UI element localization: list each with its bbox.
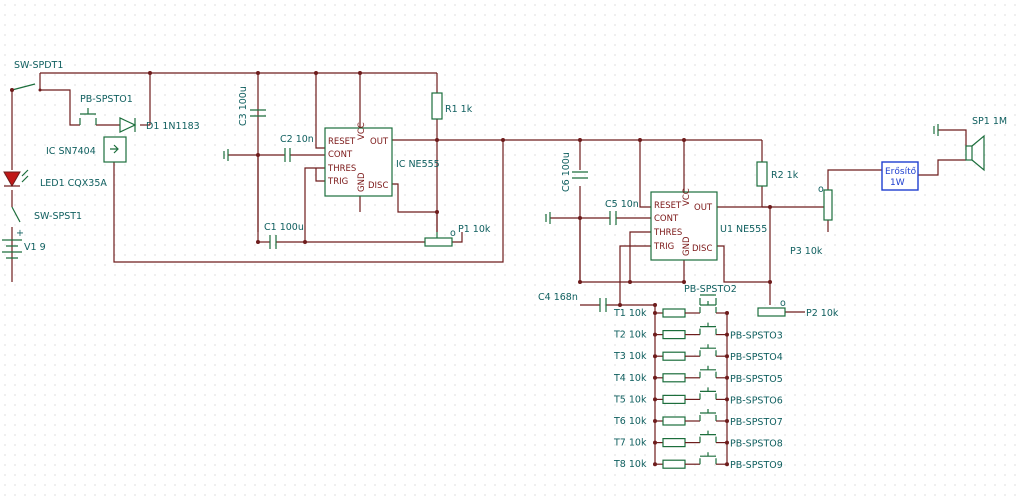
p1-marker: o [450, 228, 456, 239]
key-resistor [662, 459, 686, 469]
v1-label: V1 9 [24, 242, 46, 253]
sw-spdt1-label: SW-SPDT1 [14, 60, 63, 71]
key-resistor [662, 438, 686, 448]
key-resistor [662, 351, 686, 361]
led1-label: LED1 CQX35A [40, 178, 107, 189]
key-resistor-label: T8 10k [613, 459, 647, 470]
key-button-label: PB-SPSTO4 [730, 352, 783, 363]
key-button-label: PB-SPSTO9 [730, 460, 783, 471]
key-resistor [662, 330, 686, 340]
c2-label: C2 10n [280, 134, 314, 145]
c3-label: C3 100u [238, 86, 249, 126]
key-resistor [662, 373, 686, 383]
schematic-canvas: T1 10k T2 10k PB-SPSTO3 T3 10k PB-SPSTO4 T4 1… [0, 0, 1024, 496]
ic1-thres-pin: THRES [327, 164, 356, 174]
p3-marker: o [818, 184, 824, 195]
key-resistor-label: T1 10k [613, 308, 647, 319]
c1-label: C1 100u [264, 222, 304, 233]
u1-gnd-pin: GND [682, 236, 692, 256]
sp1-label: SP1 1M [972, 116, 1007, 127]
grid-background [0, 0, 1024, 496]
key-resistor-label: T7 10k [613, 438, 647, 449]
d1-label: D1 1N1183 [146, 121, 200, 132]
p3-label: P3 10k [790, 246, 823, 257]
key-resistor-label: T2 10k [613, 330, 647, 341]
ic-ne555-label: IC NE555 [396, 159, 440, 170]
key-resistor-label: T4 10k [613, 373, 647, 384]
battery-plus-label: + [16, 228, 24, 239]
key-resistor-label: T3 10k [613, 351, 647, 362]
ic1-cont-pin: CONT [328, 150, 353, 160]
ic1-gnd-pin: GND [357, 172, 367, 192]
amplifier-label: Erősítő [885, 167, 917, 177]
u1-cont-pin: CONT [654, 214, 679, 224]
key-button-label: PB-SPSTO8 [730, 439, 783, 450]
u1-trig-pin: TRIG [653, 242, 674, 252]
ic1-out-pin: OUT [370, 137, 389, 147]
ic1-disc-pin: DISC [368, 181, 388, 191]
u1-vcc-pin: VCC [682, 188, 692, 206]
key-button-label: PB-SPSTO3 [730, 331, 783, 342]
key-resistor [662, 416, 686, 426]
amplifier-power-label: 1W [890, 178, 905, 188]
u1-thres-pin: THRES [653, 228, 682, 238]
ic1-reset-pin: RESET [328, 137, 356, 147]
pb-spsto2-label: PB-SPSTO2 [684, 284, 737, 295]
p2-marker: o [780, 298, 786, 309]
u1-reset-pin: RESET [654, 201, 682, 211]
ic1-trig-pin: TRIG [327, 177, 348, 187]
key-button-label: PB-SPSTO7 [730, 417, 783, 428]
u1-disc-pin: DISC [692, 244, 712, 254]
key-resistor [662, 394, 686, 404]
r1-label: R1 1k [445, 104, 473, 115]
ic-sn7404-label: IC SN7404 [46, 146, 96, 157]
p1-label: P1 10k [458, 224, 491, 235]
c6-label: C6 100u [561, 152, 572, 192]
r2-label: R2 1k [771, 170, 799, 181]
u1-out-pin: OUT [694, 203, 713, 213]
key-resistor [662, 308, 686, 318]
pb-spsto1-label: PB-SPSTO1 [80, 94, 133, 105]
p2-label: P2 10k [806, 308, 839, 319]
key-resistor-label: T5 10k [613, 394, 647, 405]
key-resistor-label: T6 10k [613, 416, 647, 427]
c5-label: C5 10n [605, 199, 639, 210]
sw-spst1-label: SW-SPST1 [34, 211, 82, 222]
key-button-label: PB-SPSTO5 [730, 374, 783, 385]
key-button-label: PB-SPSTO6 [730, 395, 783, 406]
u1-ne555-label: U1 NE555 [720, 224, 767, 235]
ic1-vcc-pin: VCC [357, 122, 367, 140]
c4-label: C4 168n [538, 292, 578, 303]
